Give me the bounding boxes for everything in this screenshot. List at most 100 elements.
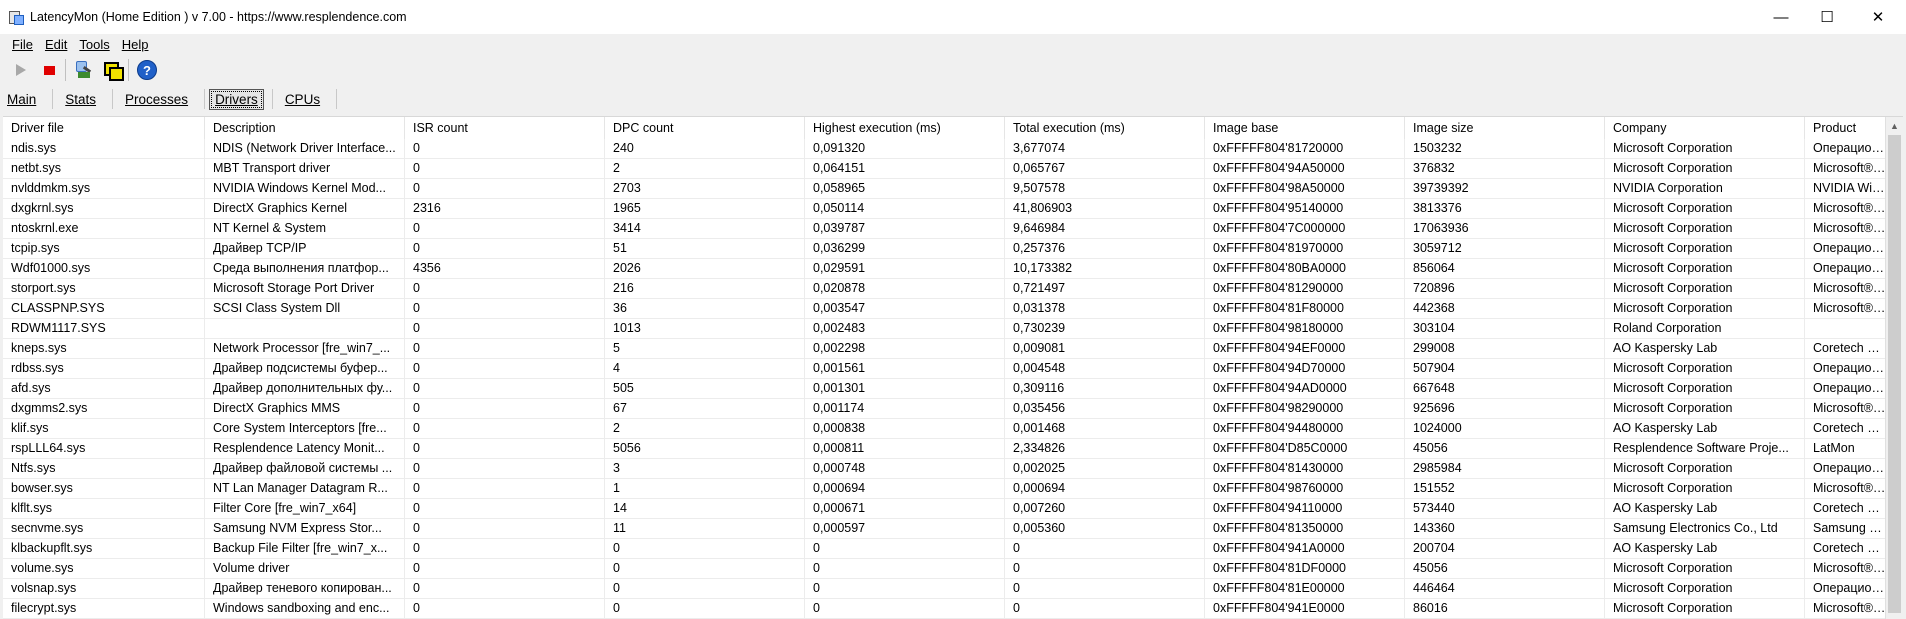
table-cell: tcpip.sys [3,239,205,259]
table-row[interactable]: ntoskrnl.exe NT Kernel & System 0 3414 0,039… [3,219,1889,239]
scrollbar-thumb[interactable] [1888,135,1901,613]
menu-help[interactable]: Help [122,37,149,52]
table-row[interactable]: kneps.sys Network Processor [fre_win7_...… [3,339,1889,359]
table-cell: 0,039787 [805,219,1005,239]
close-button[interactable]: ✕ [1850,0,1906,34]
windows-button[interactable] [99,57,125,83]
table-cell: 0,050114 [805,199,1005,219]
table-row[interactable]: volume.sys Volume driver 0 0 0 0 0xFFFFF804'81… [3,559,1889,579]
start-button[interactable] [8,57,34,83]
table-cell [205,319,405,339]
table-cell: LatMon [1805,439,1889,459]
maximize-button[interactable]: ☐ [1804,0,1850,34]
column-header-image-base[interactable]: Image base [1205,117,1405,139]
table-cell: 3 [605,459,805,479]
table-cell: volume.sys [3,559,205,579]
table-row[interactable]: filecrypt.sys Windows sandboxing and enc.… [3,599,1889,619]
menu-edit[interactable]: Edit [45,37,67,52]
stop-button[interactable] [36,57,62,83]
table-row[interactable]: dxgkrnl.sys DirectX Graphics Kernel 2316 19… [3,199,1889,219]
table-row[interactable]: bowser.sys NT Lan Manager Datagram R... 0 1… [3,479,1889,499]
tools-button[interactable] [71,57,97,83]
tab-drivers[interactable]: Drivers [209,88,264,110]
table-row[interactable]: RDWM1117.SYS 0 1013 0,002483 0,730239 0xFFFFF… [3,319,1889,339]
tab-main[interactable]: Main [0,90,44,109]
table-row[interactable]: netbt.sys MBT Transport driver 0 2 0,064151 0… [3,159,1889,179]
table-row[interactable]: klflt.sys Filter Core [fre_win7_x64] 0 14 0,… [3,499,1889,519]
title-bar[interactable]: LatencyMon (Home Edition ) v 7.00 - http… [0,0,1906,34]
table-cell: Wdf01000.sys [3,259,205,279]
table-cell: 0 [805,539,1005,559]
table-cell: 376832 [1405,159,1605,179]
column-header-image-size[interactable]: Image size [1405,117,1605,139]
tab-cpus[interactable]: CPUs [277,90,328,109]
table-row[interactable]: volsnap.sys Драйвер теневого копирован...… [3,579,1889,599]
table-cell: 2,334826 [1005,439,1205,459]
minimize-button[interactable]: — [1758,0,1804,34]
table-row[interactable]: ndis.sys NDIS (Network Driver Interface..… [3,139,1889,159]
column-header-product[interactable]: Product [1805,117,1889,139]
menu-file[interactable]: File [12,37,33,52]
table-cell: 442368 [1405,299,1605,319]
column-header-isr-count[interactable]: ISR count [405,117,605,139]
column-header-description[interactable]: Description [205,117,405,139]
table-row[interactable]: afd.sys Драйвер дополнительных фу... 0 505 0… [3,379,1889,399]
table-cell: Операционная [1805,579,1889,599]
table-cell: SCSI Class System Dll [205,299,405,319]
table-cell: rspLLL64.sys [3,439,205,459]
column-header-dpc-count[interactable]: DPC count [605,117,805,139]
table-cell: 0 [805,599,1005,619]
table-cell: 0xFFFFF804'98290000 [1205,399,1405,419]
table-cell: 51 [605,239,805,259]
table-cell: 3059712 [1405,239,1605,259]
latencymon-window: LatencyMon (Home Edition ) v 7.00 - http… [0,0,1906,619]
stop-icon [43,65,55,75]
tab-drivers-label: Drivers [215,91,258,107]
table-row[interactable]: Ntfs.sys Драйвер файловой системы ... 0 3 0,… [3,459,1889,479]
table-row[interactable]: Wdf01000.sys Среда выполнения платфор... 4… [3,259,1889,279]
table-cell: rdbss.sys [3,359,205,379]
table-row[interactable]: dxgmms2.sys DirectX Graphics MMS 0 67 0,0011… [3,399,1889,419]
tools-icon [74,60,94,80]
table-cell: 0 [405,359,605,379]
table-cell: 0 [1005,579,1205,599]
table-row[interactable]: tcpip.sys Драйвер TCP/IP 0 51 0,036299 0,2573… [3,239,1889,259]
table-cell: Samsung NVM [1805,519,1889,539]
table-row[interactable]: klif.sys Core System Interceptors [fre...… [3,419,1889,439]
table-cell: AO Kaspersky Lab [1605,339,1805,359]
table-cell: Операционная [1805,239,1889,259]
tab-processes[interactable]: Processes [117,90,196,109]
table-cell: 0,000811 [805,439,1005,459]
table-row[interactable]: rspLLL64.sys Resplendence Latency Monit..… [3,439,1889,459]
table-row[interactable]: klbackupflt.sys Backup File Filter [fre_w… [3,539,1889,559]
table-cell: 0xFFFFF804'D85C0000 [1205,439,1405,459]
table-row[interactable]: CLASSPNP.SYS SCSI Class System Dll 0 36 0,00… [3,299,1889,319]
table-row[interactable]: rdbss.sys Драйвер подсистемы буфер... 0 4 0,… [3,359,1889,379]
help-button[interactable]: ? [134,57,160,83]
column-header-total-execution[interactable]: Total execution (ms) [1005,117,1205,139]
table-cell: Microsoft Corporation [1605,219,1805,239]
drivers-table: Driver file Description ISR count DPC co… [3,116,1903,619]
tab-bar: Main Stats Processes Drivers CPUs [0,86,1906,112]
table-cell: 3813376 [1405,199,1605,219]
vertical-scrollbar[interactable]: ▲ [1885,117,1903,619]
table-cell: CLASSPNP.SYS [3,299,205,319]
table-cell: kneps.sys [3,339,205,359]
table-row[interactable]: nvlddmkm.sys NVIDIA Windows Kernel Mod...… [3,179,1889,199]
table-cell: Microsoft® Windows [1805,199,1889,219]
table-cell: 0,001301 [805,379,1005,399]
scroll-up-arrow-icon[interactable]: ▲ [1886,117,1903,134]
table-row[interactable]: secnvme.sys Samsung NVM Express Stor... 0 1… [3,519,1889,539]
table-body: ndis.sys NDIS (Network Driver Interface..… [3,139,1889,619]
table-cell: 67 [605,399,805,419]
table-cell: 0xFFFFF804'94110000 [1205,499,1405,519]
column-header-driver-file[interactable]: Driver file [3,117,205,139]
column-header-highest-execution[interactable]: Highest execution (ms) [805,117,1005,139]
column-header-company[interactable]: Company [1605,117,1805,139]
table-cell: AO Kaspersky Lab [1605,539,1805,559]
menu-tools[interactable]: Tools [79,37,109,52]
table-header: Driver file Description ISR count DPC co… [3,117,1903,139]
tab-stats[interactable]: Stats [57,90,104,109]
table-row[interactable]: storport.sys Microsoft Storage Port Drive… [3,279,1889,299]
table-cell: 0 [405,239,605,259]
